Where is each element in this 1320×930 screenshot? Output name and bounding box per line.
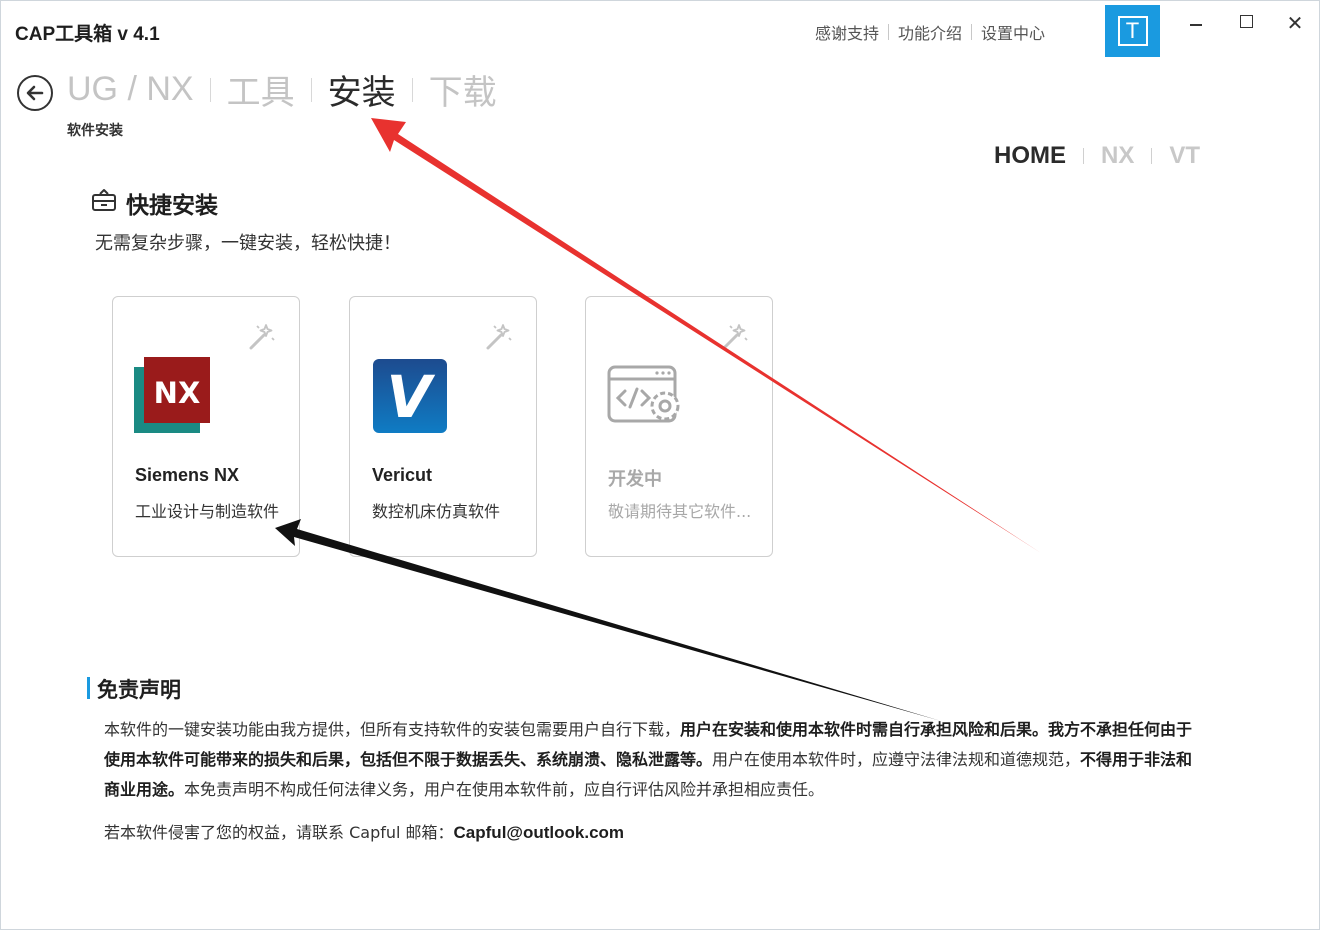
nav-nx[interactable]: NX: [1101, 142, 1134, 170]
card-description: 工业设计与制造软件: [135, 502, 280, 521]
crumb-download[interactable]: 下载: [429, 65, 497, 114]
svg-text:NX: NX: [154, 376, 201, 410]
card-name: Vericut: [372, 465, 433, 485]
nav-home[interactable]: HOME: [994, 142, 1066, 170]
top-links: 感谢支持 功能介绍 设置中心: [815, 20, 1045, 44]
close-button[interactable]: ✕: [1283, 11, 1307, 35]
back-button[interactable]: [17, 75, 53, 111]
page-subtitle: 软件安装: [67, 123, 123, 139]
disclaimer-text: 本免责声明不构成任何法律义务，用户在使用本软件前，应自行评估风险并承担相应责任。: [184, 780, 825, 799]
settings-link[interactable]: 设置中心: [981, 20, 1045, 44]
svg-text:V: V: [387, 363, 436, 431]
section-accent-bar: [87, 677, 90, 699]
disclaimer-text: 本软件的一键安装功能由我方提供，但所有支持软件的安装包需要用户自行下载，: [104, 720, 681, 739]
right-nav: HOME NX VT: [994, 142, 1200, 170]
card-in-development[interactable]: 开发中 敬请期待其它软件...: [585, 296, 773, 557]
divider: [1083, 148, 1084, 164]
avatar[interactable]: T: [1105, 5, 1160, 57]
maximize-button[interactable]: [1234, 11, 1258, 35]
divider: [888, 24, 890, 40]
code-gear-icon: [607, 365, 680, 423]
package-icon: [92, 189, 116, 211]
divider: [411, 77, 413, 102]
card-name: Siemens NX: [135, 465, 240, 485]
avatar-letter: T: [1117, 16, 1148, 46]
minimize-button[interactable]: [1184, 11, 1208, 35]
arrow-left-icon: [26, 85, 44, 101]
nav-vt[interactable]: VT: [1169, 142, 1200, 170]
card-name: 开发中: [608, 469, 662, 489]
support-link[interactable]: 感谢支持: [815, 20, 879, 44]
section-title: 快捷安装: [126, 193, 218, 219]
contact-email[interactable]: Capful@outlook.com: [454, 823, 625, 842]
disclaimer-title: 免责声明: [97, 678, 181, 702]
card-siemens-nx[interactable]: NX Siemens NX 工业设计与制造软件: [112, 296, 300, 557]
card-description: 敬请期待其它软件...: [608, 502, 752, 521]
divider: [1151, 148, 1153, 164]
disclaimer-text: 用户在使用本软件时，应遵守法律法规和道德规范，: [712, 750, 1081, 769]
divider: [971, 24, 973, 40]
vericut-logo-icon: V: [373, 359, 447, 433]
magic-wand-icon: [486, 324, 512, 350]
breadcrumb: UG / NX 工具 安装 下载: [67, 65, 497, 114]
section-description: 无需复杂步骤，一键安装，轻松快捷！: [95, 233, 401, 254]
features-link[interactable]: 功能介绍: [898, 20, 962, 44]
divider: [310, 77, 312, 102]
app-window: CAP工具箱 v 4.1 感谢支持 功能介绍 设置中心 T ✕ UG / NX …: [0, 0, 1320, 930]
magic-wand-icon: [249, 324, 275, 350]
magic-wand-icon: [722, 324, 748, 350]
crumb-tools[interactable]: 工具: [227, 65, 295, 114]
contact-prefix: 若本软件侵害了您的权益，请联系 Capful 邮箱：: [104, 823, 454, 842]
nx-logo-icon: NX: [134, 357, 210, 433]
card-vericut[interactable]: V Vericut 数控机床仿真软件: [349, 296, 537, 557]
crumb-install[interactable]: 安装: [328, 65, 396, 114]
app-title: CAP工具箱 v 4.1: [15, 24, 160, 45]
disclaimer-body: 本软件的一键安装功能由我方提供，但所有支持软件的安装包需要用户自行下载，用户在安…: [104, 715, 1204, 805]
close-icon: ✕: [1286, 11, 1304, 35]
crumb-ugnx[interactable]: UG / NX: [67, 70, 194, 109]
disclaimer-contact: 若本软件侵害了您的权益，请联系 Capful 邮箱：Capful@outlook…: [104, 819, 624, 843]
divider: [209, 77, 211, 102]
disclaimer-bold-text: 包括但不限于数据丢失、系统崩溃、隐私泄露等。: [360, 750, 713, 769]
card-description: 数控机床仿真软件: [372, 502, 501, 521]
